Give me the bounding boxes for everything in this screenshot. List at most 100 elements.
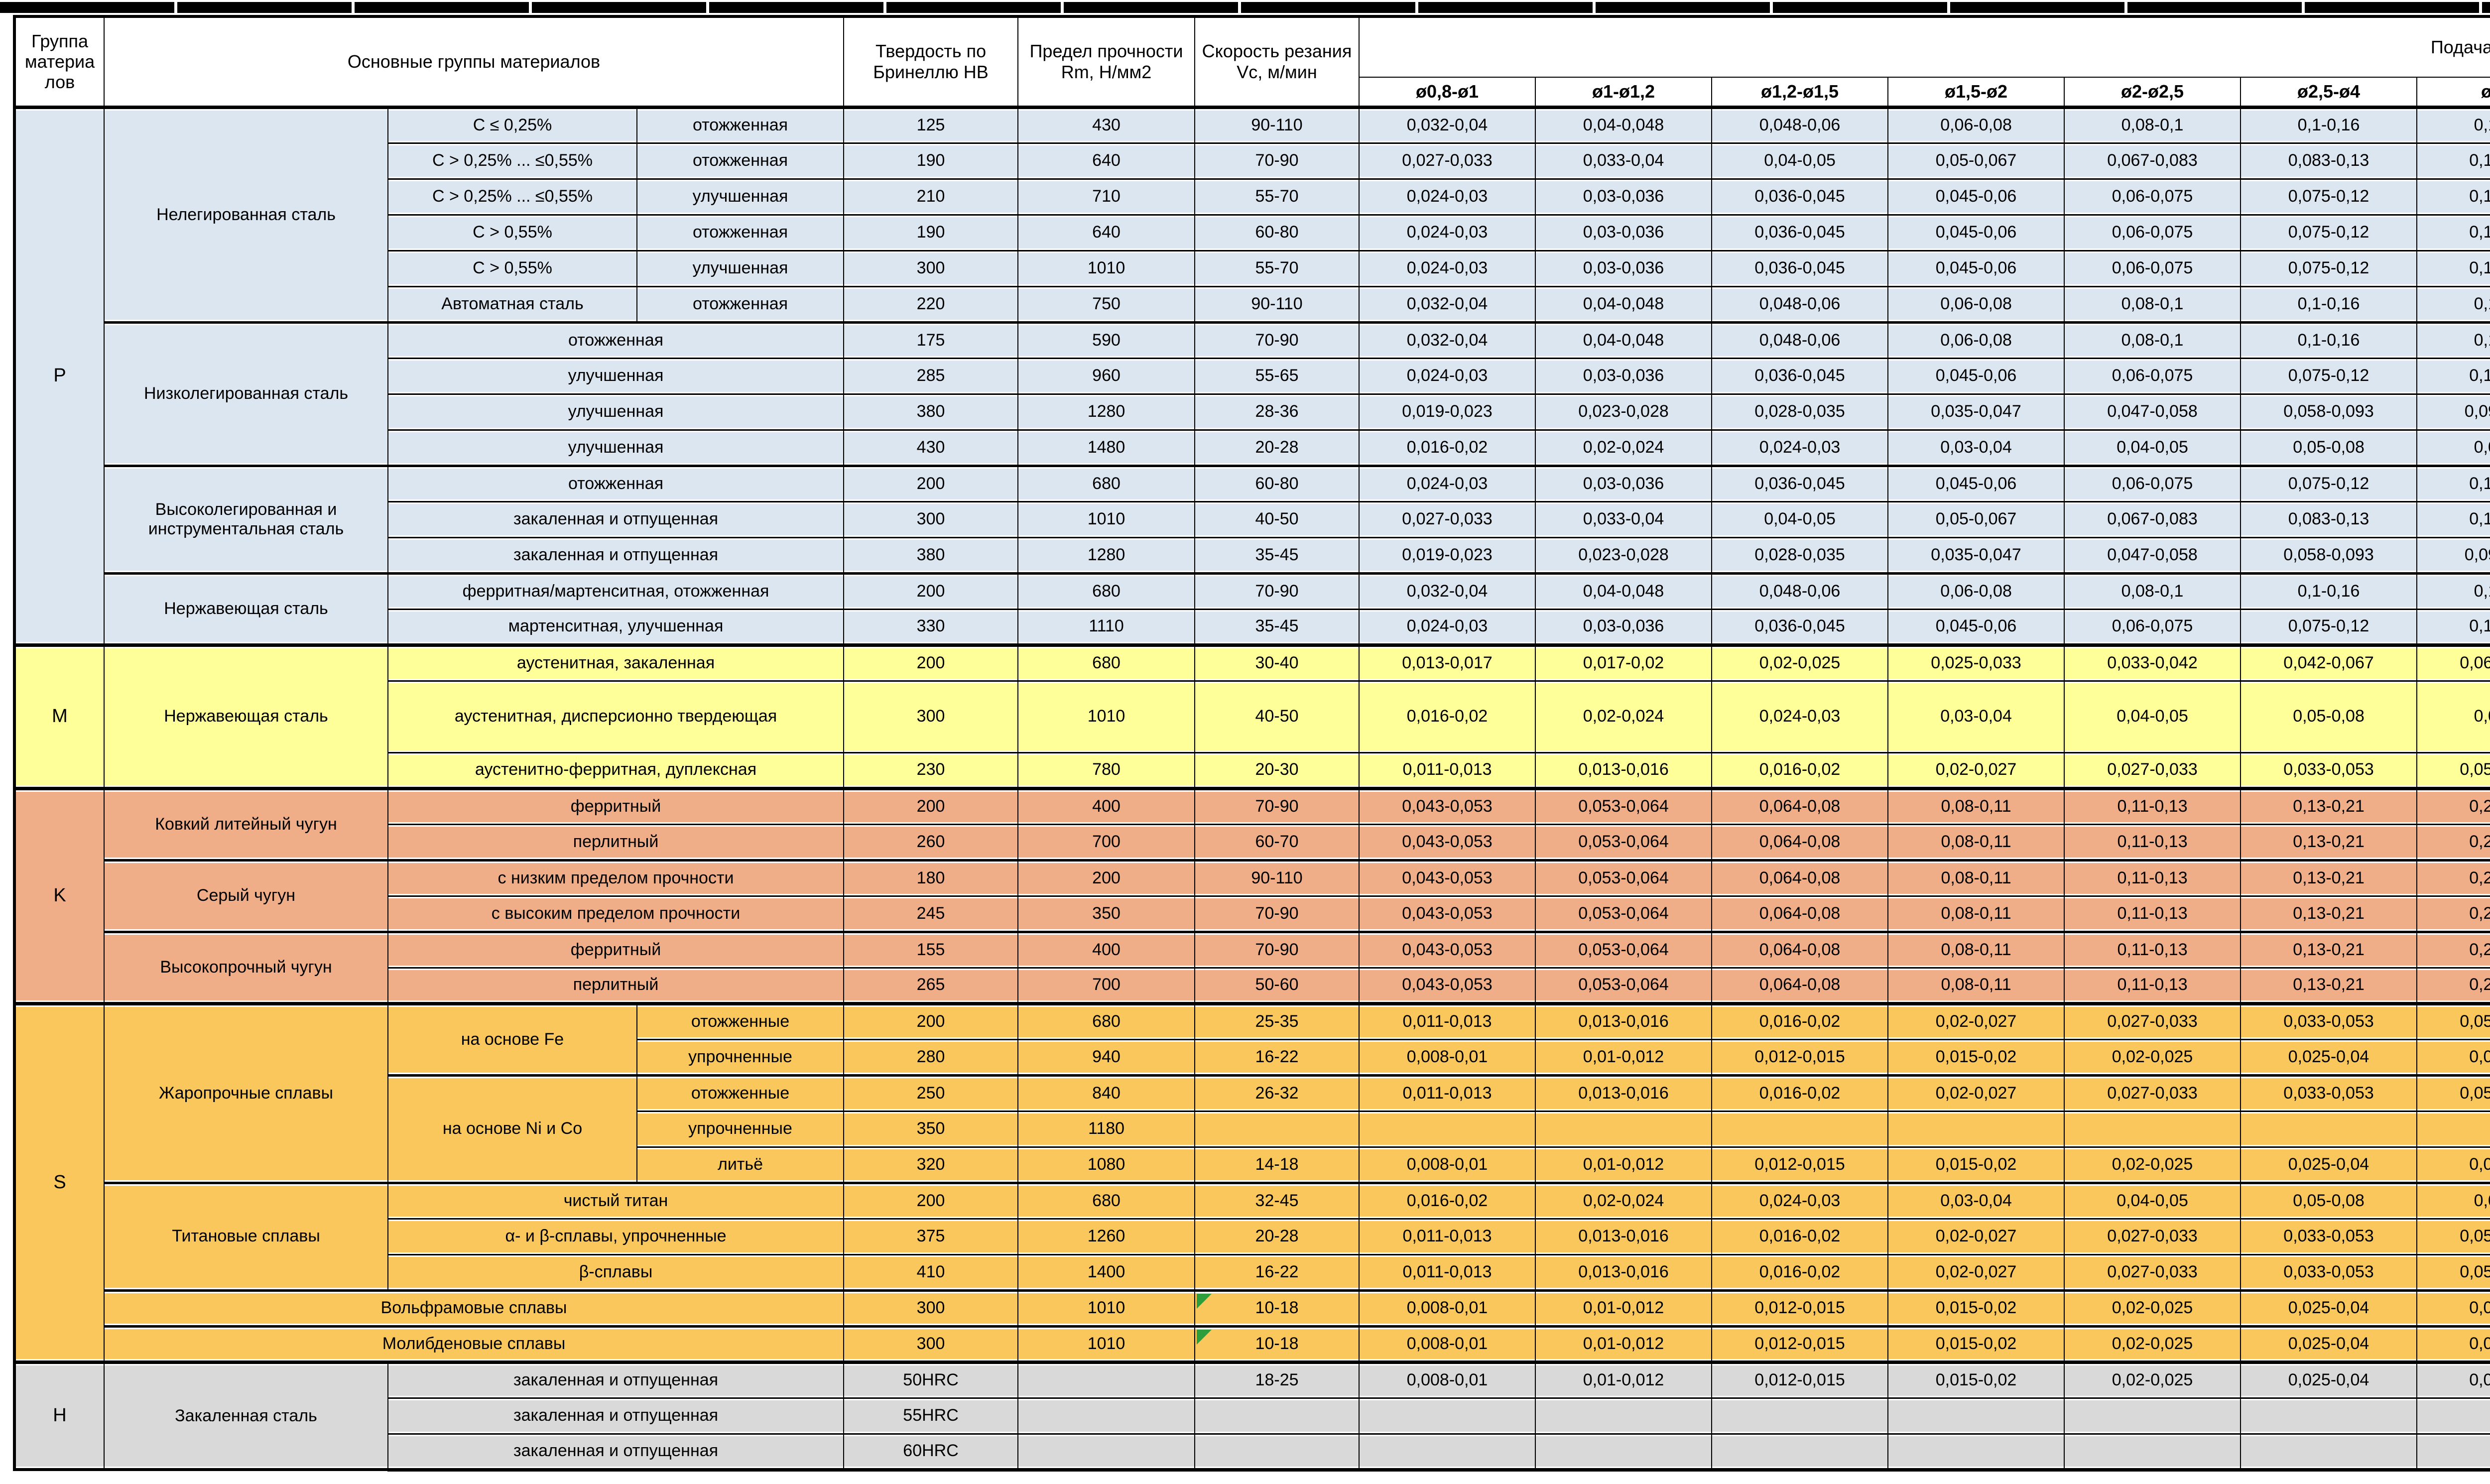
strength-cell: 1280 — [1018, 394, 1195, 430]
material-cell: Нержавеющая сталь — [104, 573, 388, 645]
hardness-cell: 350 — [844, 1111, 1018, 1147]
feed-cell: 0,036-0,045 — [1712, 609, 1888, 645]
feed-cell: 0,08-0,11 — [1888, 932, 2064, 968]
feed-cell: 0,035-0,047 — [1888, 537, 2064, 573]
strength-cell: 700 — [1018, 824, 1195, 860]
feed-cell: 0,012-0,015 — [1712, 1039, 1888, 1075]
feed-cell: 0,016-0,02 — [1712, 752, 1888, 788]
material-cell: закаленная и отпущенная — [388, 1362, 844, 1398]
feed-cell: 0,015-0,02 — [1888, 1326, 2064, 1362]
feed-cell: 0,053-0,067 — [2417, 1075, 2490, 1111]
feed-cell — [2241, 1434, 2417, 1470]
hardness-cell: 60HRC — [844, 1434, 1018, 1470]
feed-cell: 0,03-0,036 — [1535, 609, 1712, 645]
feed-cell: 0,043-0,053 — [1359, 824, 1535, 860]
hardness-cell: 380 — [844, 537, 1018, 573]
feed-cell — [1888, 1111, 2064, 1147]
feed-cell: 0,064-0,08 — [1712, 932, 1888, 968]
strength-cell: 940 — [1018, 1039, 1195, 1075]
hardness-cell: 210 — [844, 179, 1018, 215]
feed-cell: 0,013-0,016 — [1535, 1075, 1712, 1111]
header-row-top: Группа материалов Основные группы матери… — [14, 16, 2490, 77]
feed-cell — [2417, 1398, 2490, 1434]
feed-cell — [1712, 1398, 1888, 1434]
strength-cell: 960 — [1018, 358, 1195, 394]
feed-cell: 0,06-0,075 — [2064, 179, 2241, 215]
feed-cell: 0,016-0,02 — [1359, 681, 1535, 752]
feed-cell — [1359, 1398, 1535, 1434]
speed-cell: 18-25 — [1195, 1362, 1359, 1398]
feed-cell: 0,016-0,02 — [1712, 1075, 1888, 1111]
material-cell: отожженная — [388, 466, 844, 501]
header-tensile-strength: Предел прочности Rm, Н/мм2 — [1018, 16, 1195, 107]
feed-cell: 0,015-0,02 — [1888, 1362, 2064, 1398]
feed-cell: 0,21-0,27 — [2417, 896, 2490, 932]
feed-cell: 0,048-0,06 — [1712, 286, 1888, 322]
feed-cell: 0,12-0,15 — [2417, 215, 2490, 250]
feed-cell: 0,017-0,02 — [1535, 645, 1712, 681]
speed-cell: 40-50 — [1195, 681, 1359, 752]
strength-cell: 750 — [1018, 286, 1195, 322]
speed-cell: 70-90 — [1195, 932, 1359, 968]
feed-cell: 0,083-0,13 — [2241, 143, 2417, 179]
feed-cell: 0,12-0,15 — [2417, 250, 2490, 286]
feed-cell: 0,075-0,12 — [2241, 215, 2417, 250]
material-cell: отожженная — [637, 107, 844, 143]
header-material-group: Группа материалов — [14, 16, 104, 107]
feed-cell: 0,019-0,023 — [1359, 394, 1535, 430]
strength-cell: 1010 — [1018, 250, 1195, 286]
hardness-cell: 260 — [844, 824, 1018, 860]
feed-cell: 0,008-0,01 — [1359, 1147, 1535, 1183]
material-cell: улучшенная — [388, 430, 844, 466]
feed-cell: 0,012-0,015 — [1712, 1290, 1888, 1326]
material-cell: Молибденовые сплавы — [104, 1326, 844, 1362]
feed-cell: 0,016-0,02 — [1712, 1003, 1888, 1039]
feed-cell: 0,011-0,013 — [1359, 1254, 1535, 1290]
feed-diameter-header: ø1-ø1,2 — [1535, 77, 1712, 107]
speed-cell: 60-80 — [1195, 466, 1359, 501]
material-cell: аустенитная, дисперсионно твердеющая — [388, 681, 844, 752]
speed-cell: 35-45 — [1195, 609, 1359, 645]
table-row: KКовкий литейный чугунферритный20040070-… — [14, 788, 2490, 824]
strength-cell: 680 — [1018, 1003, 1195, 1039]
feed-cell: 0,04-0,05 — [2417, 1290, 2490, 1326]
material-cell: закаленная и отпущенная — [388, 501, 844, 537]
group-letter-cell: H — [14, 1362, 104, 1470]
hardness-cell: 300 — [844, 1326, 1018, 1362]
material-cell: Вольфрамовые сплавы — [104, 1290, 844, 1326]
feed-cell — [1888, 1398, 2064, 1434]
feed-diameter-header: ø1,5-ø2 — [1888, 77, 2064, 107]
feed-cell: 0,02-0,027 — [1888, 752, 2064, 788]
strength-cell: 430 — [1018, 107, 1195, 143]
hardness-cell: 200 — [844, 645, 1018, 681]
header-cutting-speed: Скорость резания Vc, м/мин — [1195, 16, 1359, 107]
feed-cell: 0,027-0,033 — [1359, 143, 1535, 179]
material-cell: на основе Fe — [388, 1003, 637, 1075]
hardness-cell: 280 — [844, 1039, 1018, 1075]
feed-cell: 0,04-0,05 — [2064, 430, 2241, 466]
feed-cell: 0,01-0,012 — [1535, 1290, 1712, 1326]
material-cell: ферритный — [388, 788, 844, 824]
material-cell: отожженная — [637, 143, 844, 179]
speed-cell: 55-65 — [1195, 358, 1359, 394]
hardness-cell: 50HRC — [844, 1362, 1018, 1398]
feed-cell: 0,11-0,13 — [2064, 824, 2241, 860]
material-cell: на основе Ni и Co — [388, 1075, 637, 1183]
feed-cell: 0,03-0,036 — [1535, 358, 1712, 394]
feed-cell: 0,02-0,024 — [1535, 430, 1712, 466]
feed-cell: 0,13-0,21 — [2241, 932, 2417, 968]
feed-cell: 0,02-0,027 — [1888, 1254, 2064, 1290]
feed-cell — [2064, 1398, 2241, 1434]
header-brinell-hardness: Твердость по Бринеллю HB — [844, 16, 1018, 107]
feed-cell: 0,023-0,028 — [1535, 394, 1712, 430]
feed-cell: 0,043-0,053 — [1359, 968, 1535, 1003]
hardness-cell: 410 — [844, 1254, 1018, 1290]
speed-cell: 60-80 — [1195, 215, 1359, 250]
material-cell: с низким пределом прочности — [388, 860, 844, 896]
feed-cell: 0,21-0,27 — [2417, 788, 2490, 824]
feed-cell — [1888, 1434, 2064, 1470]
feed-cell: 0,21-0,27 — [2417, 968, 2490, 1003]
speed-cell: 70-90 — [1195, 788, 1359, 824]
feed-cell: 0,047-0,058 — [2064, 537, 2241, 573]
strength-cell: 400 — [1018, 932, 1195, 968]
